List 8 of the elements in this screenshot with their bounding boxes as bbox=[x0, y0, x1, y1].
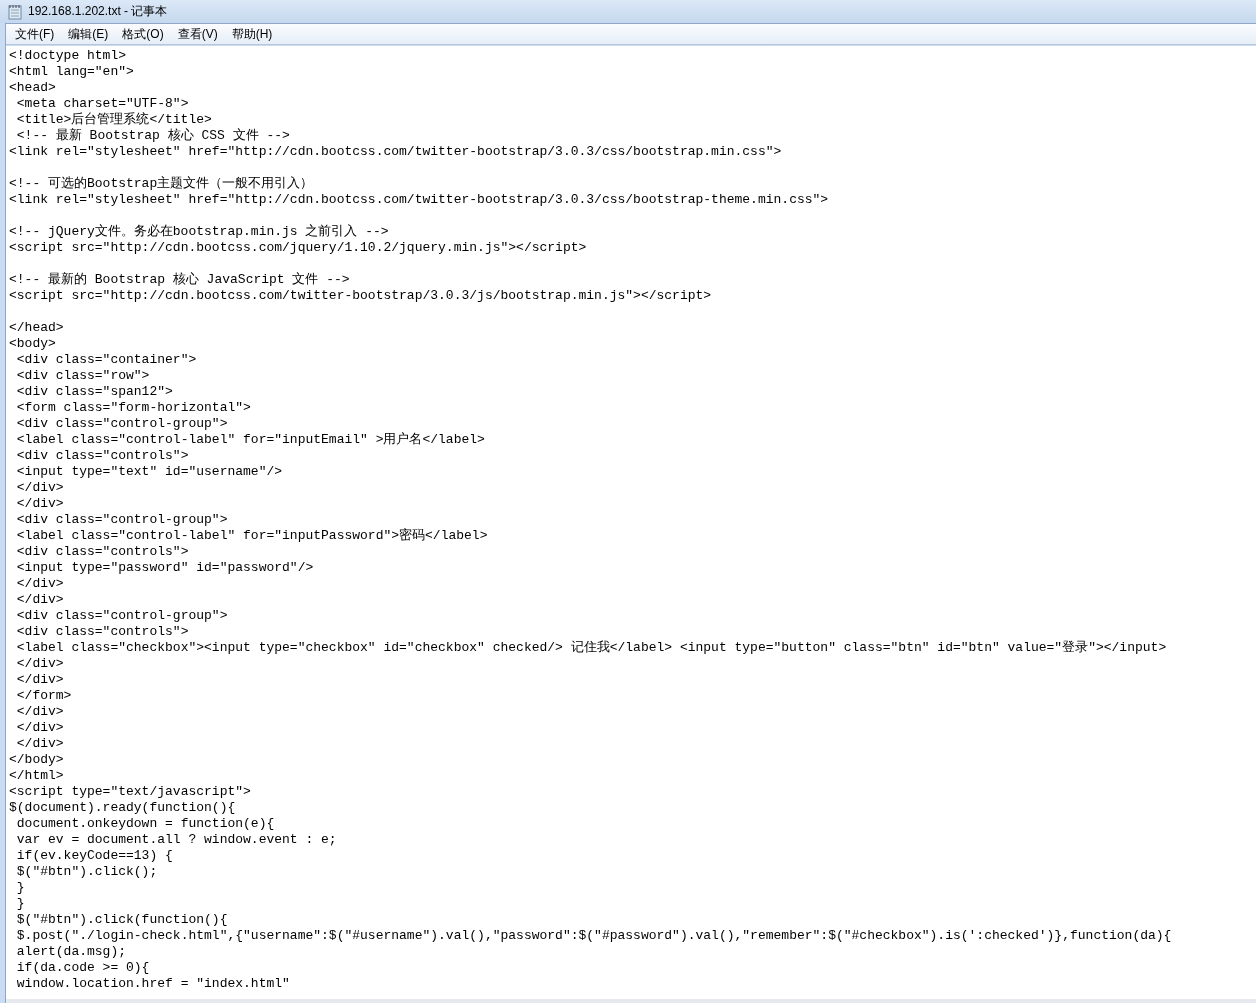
notepad-icon bbox=[8, 3, 22, 20]
menu-item[interactable]: 帮助(H) bbox=[224, 25, 280, 43]
menu-item[interactable]: 文件(F) bbox=[8, 25, 62, 43]
text-editor[interactable]: <!doctype html> <html lang="en"> <head> <meta charset="UTF-8"> <title>后台管理系统</title> <!-- 最新 Bootstrap 核心 CSS 文件 --> <link rel="stylesheet" href="http://cdn.bootcss.com/twitter-bootstrap/3.0.3/css/bootstrap.min.css"> <!-- 可选的Bootstrap主题文件（一般不用引入） <link rel="stylesheet" href="http://cdn.bootcss.com/twitter-bootstrap/3.0.3/css/bootstrap-theme.min.css"> <!-- jQuery文件。务必在bootstrap.min.js 之前引入 --> <script src="http://cdn.bootcss.com/jquery/1.10.2/jquery.min.js"></script> <!-- 最新的 Bootstrap 核心 JavaScript 文件 --> <script src="http://cdn.bootcss.com/twitter-bootstrap/3.0.3/js/bootstrap.min.js"></script> </head> <body> <div class="container"> <div class="row"> <div class="span12"> <form class="form-horizontal"> <div class="control-group"> <label class="control-label" for="inputEmail" >用户名</label> <div class="controls"> <input type="text" id="username"/> </div> </div> <div class="control-group"> <label class="control-label" for="inputPassword">密码</label> <div class="controls"> <input type="password" id="password"/> </div> </div> <div class="control-group"> <div class="controls"> <label class="checkbox"><input type="checkbox" id="checkbox" checked/> 记住我</label> <input type="button" class="btn" id="btn" value="登录"></input> </div> </div> </form> </div> </div> </div> </body> </html> <script type="text/javascript"> $(document).ready(function(){ document.onkeydown = function(e){ var ev = document.all ? window.event : e; if(ev.keyCode==13) { $("#btn").click(); } } $("#btn").click(function(){ $.post("./login-check.html",{"username":$("#username").val(),"password":$("#password").val(),"remember":$("#checkbox").is(':checked')},function(da){ alert(da.msg); if(da.code >= 0){ window.location.href = "index.html" bbox=[6, 46, 1256, 1003]
menu-item[interactable]: 查看(V) bbox=[170, 25, 225, 43]
window-title: 192.168.1.202.txt - 记事本 bbox=[28, 3, 168, 20]
menu-item[interactable]: 编辑(E) bbox=[61, 25, 116, 43]
menu-item[interactable]: 格式(O) bbox=[115, 25, 171, 43]
